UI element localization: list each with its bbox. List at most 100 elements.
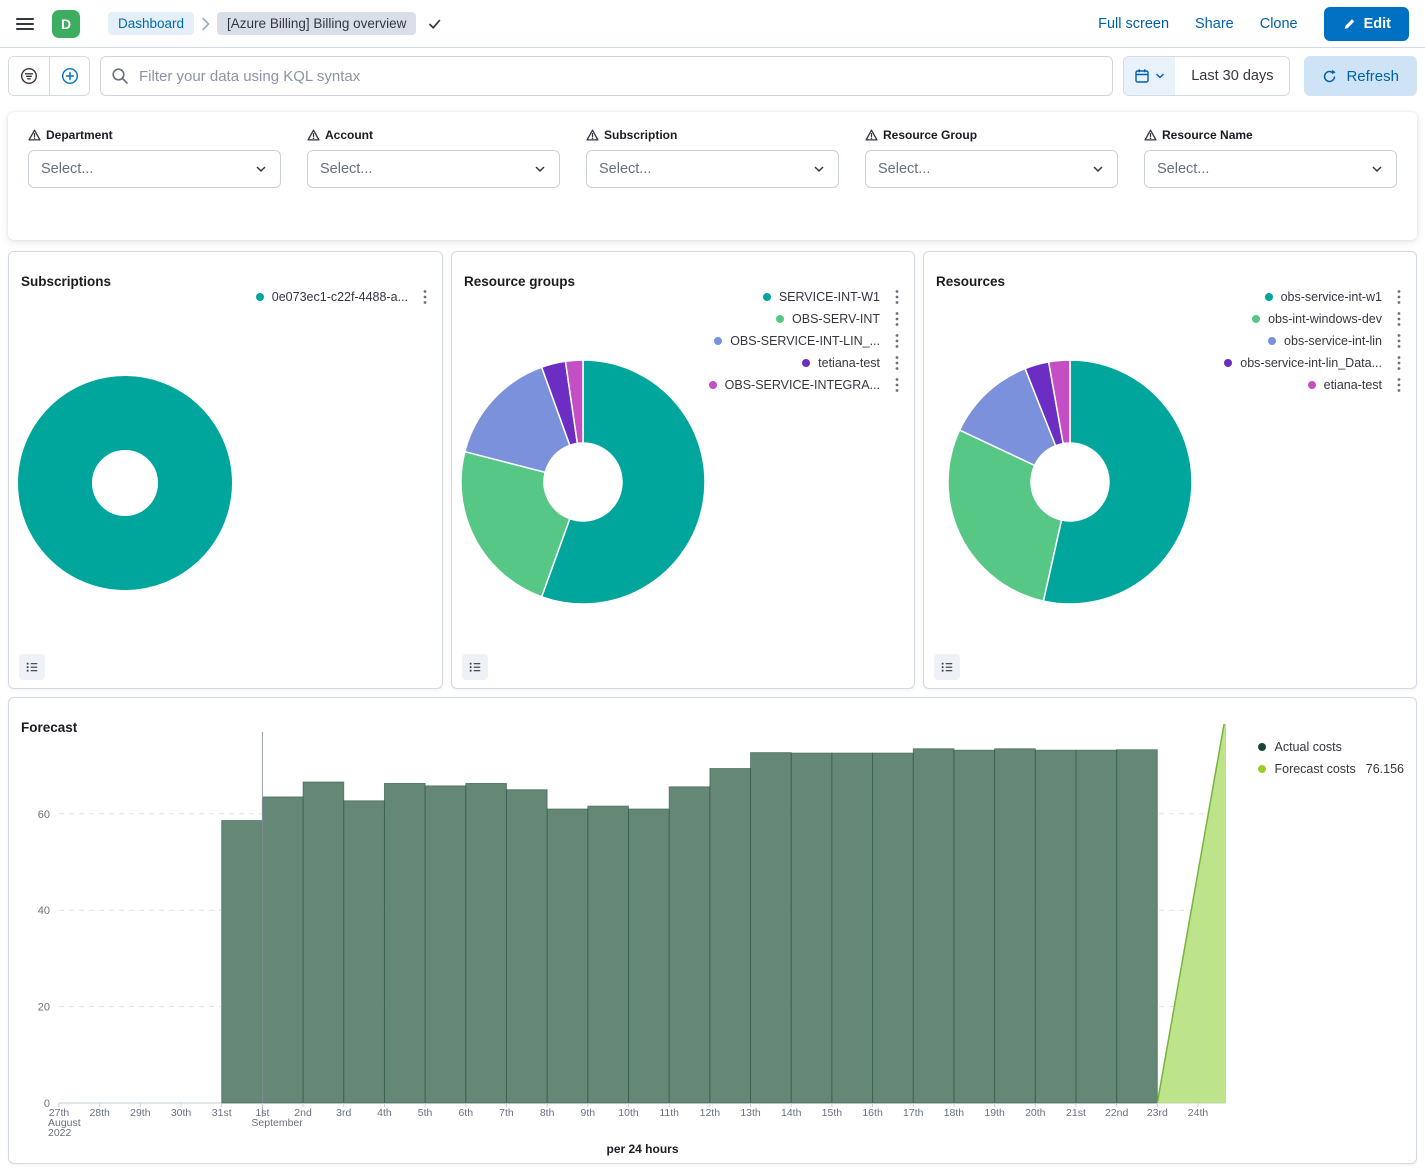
svg-text:11th: 11th	[659, 1107, 679, 1119]
full-screen-link[interactable]: Full screen	[1098, 16, 1169, 32]
resource-groups-donut-chart[interactable]	[458, 357, 708, 607]
legend-item-menu-button[interactable]	[1390, 310, 1408, 328]
legend-dot	[802, 359, 810, 367]
legend-label[interactable]: tetiana-test	[818, 356, 880, 370]
subscriptions-donut-chart[interactable]	[8, 363, 245, 603]
breadcrumb-dashboard[interactable]: Dashboard	[108, 12, 194, 35]
time-range-button[interactable]: Last 30 days	[1175, 57, 1289, 95]
legend-label[interactable]: obs-service-int-w1	[1281, 290, 1382, 304]
filter-label: Account	[307, 128, 560, 142]
legend-label[interactable]: obs-service-int-lin_Data...	[1240, 356, 1382, 370]
legend-list-icon	[468, 659, 482, 675]
legend-item-menu-button[interactable]	[1390, 354, 1408, 372]
legend-item-menu-button[interactable]	[888, 376, 906, 394]
filter-options-button[interactable]	[9, 57, 49, 95]
legend-dot	[256, 293, 264, 301]
legend-label[interactable]: Forecast costs	[1274, 762, 1355, 776]
warning-icon	[1144, 129, 1157, 141]
resources-donut-chart[interactable]	[945, 357, 1195, 607]
svg-text:24th: 24th	[1188, 1107, 1209, 1119]
svg-text:21st: 21st	[1066, 1107, 1086, 1119]
date-picker-calendar-button[interactable]	[1124, 57, 1175, 95]
svg-text:4th: 4th	[377, 1107, 392, 1119]
refresh-button[interactable]: Refresh	[1304, 56, 1417, 96]
share-link[interactable]: Share	[1195, 16, 1234, 32]
refresh-button-label: Refresh	[1346, 68, 1399, 85]
edit-button[interactable]: Edit	[1324, 7, 1409, 41]
svg-text:60: 60	[38, 809, 50, 821]
legend-dot	[1252, 315, 1260, 323]
legend-item-menu-button[interactable]	[1390, 376, 1408, 394]
filter-label: Department	[28, 128, 281, 142]
filter-select-placeholder: Select...	[320, 161, 372, 177]
hamburger-icon	[16, 16, 34, 32]
legend-label[interactable]: OBS-SERV-INT	[792, 312, 880, 326]
legend-dot	[714, 337, 722, 345]
filter-select-placeholder: Select...	[878, 161, 930, 177]
space-avatar[interactable]: D	[52, 10, 80, 38]
legend-item: Actual costs	[1258, 736, 1404, 758]
filter-select[interactable]: Select...	[865, 150, 1118, 188]
svg-text:23rd: 23rd	[1147, 1107, 1168, 1119]
legend-toggle-button[interactable]	[934, 654, 960, 680]
filter-select[interactable]: Select...	[586, 150, 839, 188]
filter-label: Subscription	[586, 128, 839, 142]
chevron-down-icon	[533, 162, 547, 176]
legend-dot	[776, 315, 784, 323]
menu-button[interactable]	[12, 12, 38, 36]
check-icon	[427, 17, 442, 31]
legend-label[interactable]: OBS-SERVICE-INT-LIN_...	[730, 334, 880, 348]
legend-toggle-button[interactable]	[19, 654, 45, 680]
legend-item-menu-button[interactable]	[1390, 288, 1408, 306]
legend-label[interactable]: Actual costs	[1274, 740, 1341, 754]
dashboard-grid: Subscriptions 0e073ec1-c22f-4488-a... Re…	[0, 251, 1425, 1172]
legend-label[interactable]: SERVICE-INT-W1	[779, 290, 880, 304]
legend-toggle-button[interactable]	[462, 654, 488, 680]
filter-select[interactable]: Select...	[307, 150, 560, 188]
svg-text:14th: 14th	[781, 1107, 802, 1119]
svg-text:16th: 16th	[862, 1107, 883, 1119]
svg-text:2022: 2022	[48, 1127, 72, 1139]
legend-item-menu-button[interactable]	[888, 310, 906, 328]
filter-label-text: Resource Name	[1162, 128, 1253, 142]
warning-icon	[28, 129, 41, 141]
plus-in-circle-icon	[61, 67, 79, 85]
kql-search-input[interactable]	[100, 56, 1113, 96]
legend-label[interactable]: etiana-test	[1324, 378, 1382, 392]
legend-item-menu-button[interactable]	[1390, 332, 1408, 350]
query-toolbar: Last 30 days Refresh	[0, 48, 1425, 104]
svg-text:20th: 20th	[1025, 1107, 1046, 1119]
svg-text:22nd: 22nd	[1105, 1107, 1129, 1119]
legend-item-menu-button[interactable]	[888, 288, 906, 306]
filter-label: Resource Group	[865, 128, 1118, 142]
legend-item: obs-service-int-lin_Data...	[1224, 352, 1408, 374]
forecast-chart[interactable]: 020406027th28th29th30th31st1st2nd3rd4th5…	[9, 724, 1416, 1163]
breadcrumb: Dashboard [Azure Billing] Billing overvi…	[108, 12, 442, 35]
legend-label[interactable]: obs-service-int-lin	[1284, 334, 1382, 348]
legend-item-menu-button[interactable]	[888, 332, 906, 350]
filter-account: Account Select...	[307, 128, 560, 188]
svg-text:18th: 18th	[944, 1107, 965, 1119]
chart-legend: 0e073ec1-c22f-4488-a...	[256, 286, 434, 308]
legend-dot	[763, 293, 771, 301]
legend-item-menu-button[interactable]	[888, 354, 906, 372]
svg-text:13th: 13th	[740, 1107, 761, 1119]
warning-icon	[865, 129, 878, 141]
add-control-button[interactable]	[49, 57, 89, 95]
chevron-down-icon	[1091, 162, 1105, 176]
svg-text:20: 20	[38, 1002, 50, 1014]
filter-select[interactable]: Select...	[28, 150, 281, 188]
legend-label[interactable]: OBS-SERVICE-INTEGRA...	[725, 378, 880, 392]
filter-select[interactable]: Select...	[1144, 150, 1397, 188]
chevron-down-icon	[254, 162, 268, 176]
legend-item: OBS-SERVICE-INTEGRA...	[709, 374, 906, 396]
clone-link[interactable]: Clone	[1260, 16, 1298, 32]
legend-label[interactable]: obs-int-windows-dev	[1268, 312, 1382, 326]
filter-controls-group	[8, 56, 90, 96]
legend-item: tetiana-test	[709, 352, 906, 374]
legend-item-menu-button[interactable]	[416, 288, 434, 306]
legend-label[interactable]: 0e073ec1-c22f-4488-a...	[272, 290, 408, 304]
vertical-dots-icon	[895, 289, 899, 305]
filter-select-placeholder: Select...	[1157, 161, 1209, 177]
legend-item: etiana-test	[1224, 374, 1408, 396]
